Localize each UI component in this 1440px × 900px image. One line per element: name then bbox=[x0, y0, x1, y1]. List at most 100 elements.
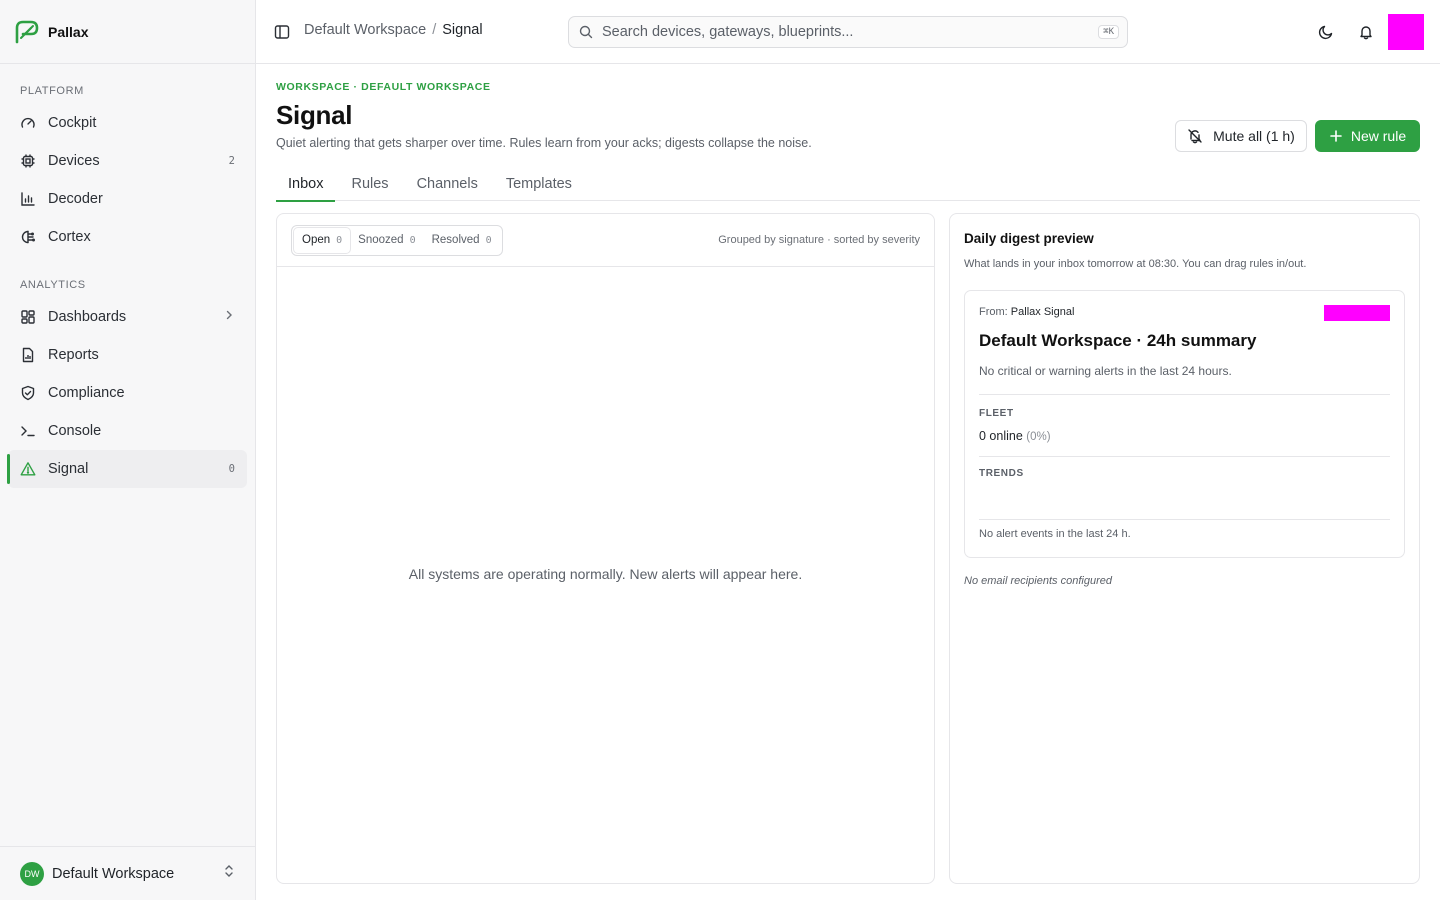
theme-toggle-moon-icon[interactable] bbox=[1316, 22, 1336, 42]
divider bbox=[979, 394, 1390, 395]
chevron-right-icon bbox=[223, 309, 235, 325]
segment-count: 0 bbox=[485, 234, 492, 246]
new-rule-label: New rule bbox=[1350, 128, 1407, 144]
grid-icon bbox=[20, 309, 36, 325]
sidebar-item-decoder[interactable]: Decoder bbox=[8, 180, 247, 218]
page-subtitle: Quiet alerting that gets sharper over ti… bbox=[276, 136, 812, 150]
page-title: Signal bbox=[276, 100, 353, 130]
shield-check-icon bbox=[20, 385, 36, 401]
nav-section-platform: PLATFORM Cockpit Devices 2 Decoder Corte… bbox=[0, 64, 255, 256]
breadcrumb-current: Signal bbox=[442, 22, 483, 38]
sidebar-item-label: Compliance bbox=[48, 385, 125, 401]
fleet-online-count: 0 bbox=[979, 429, 986, 443]
chip-icon bbox=[20, 153, 36, 169]
segment-open[interactable]: Open 0 bbox=[294, 227, 351, 253]
plus-icon bbox=[1329, 129, 1343, 143]
sidebar: Pallax PLATFORM Cockpit Devices 2 Decode… bbox=[0, 0, 256, 900]
chevrons-up-down-icon bbox=[223, 864, 235, 883]
fleet-section-label: FLEET bbox=[979, 408, 1014, 419]
sidebar-item-label: Cortex bbox=[48, 229, 91, 245]
sidebar-item-label: Cockpit bbox=[48, 115, 97, 131]
segment-resolved[interactable]: Resolved 0 bbox=[424, 228, 500, 253]
divider bbox=[979, 456, 1390, 457]
workspace-avatar: DW bbox=[20, 861, 44, 886]
gauge-icon bbox=[20, 115, 36, 131]
sidebar-item-label: Signal bbox=[48, 461, 89, 477]
fleet-online-percent: (0%) bbox=[1026, 431, 1051, 443]
search-icon bbox=[579, 25, 593, 39]
email-from-line: From: Pallax Signal bbox=[979, 306, 1074, 318]
workspace-name: Default Workspace bbox=[52, 865, 175, 882]
sidebar-item-label: Devices bbox=[48, 153, 100, 169]
sidebar-item-compliance[interactable]: Compliance bbox=[8, 374, 247, 412]
devices-count-badge: 2 bbox=[228, 155, 235, 167]
file-chart-icon bbox=[20, 347, 36, 363]
digest-subtitle: What lands in your inbox tomorrow at 08:… bbox=[964, 258, 1307, 270]
brain-icon bbox=[20, 229, 36, 245]
sidebar-item-label: Dashboards bbox=[48, 309, 127, 325]
global-search[interactable]: ⌘K bbox=[568, 16, 1128, 48]
breadcrumb-separator: / bbox=[432, 22, 437, 38]
segment-snoozed[interactable]: Snoozed 0 bbox=[350, 228, 423, 253]
mute-all-button[interactable]: Mute all (1 h) bbox=[1175, 120, 1307, 152]
email-subject: Default Workspace · 24h summary bbox=[979, 331, 1257, 350]
sidebar-item-devices[interactable]: Devices 2 bbox=[8, 142, 247, 180]
sidebar-item-console[interactable]: Console bbox=[8, 412, 247, 450]
sidebar-item-cortex[interactable]: Cortex bbox=[8, 218, 247, 256]
brand-name: Pallax bbox=[48, 23, 89, 40]
segment-label: Snoozed bbox=[358, 234, 404, 246]
terminal-icon bbox=[20, 423, 36, 439]
tab-inbox[interactable]: Inbox bbox=[276, 166, 336, 202]
sidebar-item-signal[interactable]: Signal 0 bbox=[7, 450, 247, 488]
fleet-status: 0 online (0%) bbox=[979, 429, 1051, 443]
search-input[interactable] bbox=[602, 24, 1099, 40]
tab-channels[interactable]: Channels bbox=[405, 166, 490, 201]
bar-chart-icon bbox=[20, 191, 36, 207]
email-date-redacted bbox=[1324, 305, 1390, 321]
sidebar-item-cockpit[interactable]: Cockpit bbox=[8, 104, 247, 142]
inbox-empty-state: All systems are operating normally. New … bbox=[408, 566, 803, 582]
breadcrumb: Default Workspace / Signal bbox=[304, 22, 483, 38]
page-eyebrow: WORKSPACE · DEFAULT WORKSPACE bbox=[276, 81, 491, 93]
alert-inbox-panel: Open 0 Snoozed 0 Resolved 0 Grouped by s… bbox=[276, 213, 935, 884]
signal-count-badge: 0 bbox=[228, 463, 235, 475]
tab-templates[interactable]: Templates bbox=[494, 166, 584, 201]
status-segmented-control: Open 0 Snoozed 0 Resolved 0 bbox=[291, 224, 503, 256]
tab-rules[interactable]: Rules bbox=[339, 166, 400, 201]
notifications-bell-icon[interactable] bbox=[1356, 22, 1376, 42]
signal-tabs: Inbox Rules Channels Templates bbox=[276, 166, 1420, 202]
email-sender: Pallax Signal bbox=[1010, 306, 1075, 318]
trends-section-label: TRENDS bbox=[979, 468, 1024, 479]
brand[interactable]: Pallax bbox=[0, 0, 255, 64]
nav-section-analytics: ANALYTICS Dashboards Reports Compliance bbox=[0, 256, 255, 488]
sidebar-item-label: Decoder bbox=[48, 191, 103, 207]
nav-section-label: ANALYTICS bbox=[20, 279, 86, 291]
segment-label: Resolved bbox=[431, 234, 480, 246]
mute-all-label: Mute all (1 h) bbox=[1213, 128, 1295, 144]
divider bbox=[979, 519, 1390, 520]
segment-count: 0 bbox=[336, 234, 343, 246]
search-shortcut-hint: ⌘K bbox=[1098, 25, 1119, 39]
digest-title: Daily digest preview bbox=[964, 231, 1094, 246]
new-rule-button[interactable]: New rule bbox=[1315, 120, 1420, 152]
sidebar-item-label: Console bbox=[48, 423, 102, 439]
workspace-switcher[interactable]: DW Default Workspace bbox=[0, 846, 255, 900]
digest-preview-panel: Daily digest preview What lands in your … bbox=[949, 213, 1420, 884]
sidebar-toggle-icon[interactable] bbox=[274, 24, 290, 40]
segment-count: 0 bbox=[409, 234, 416, 246]
breadcrumb-workspace[interactable]: Default Workspace bbox=[304, 22, 426, 38]
inbox-header: Open 0 Snoozed 0 Resolved 0 Grouped by s… bbox=[277, 214, 934, 267]
recipients-note: No email recipients configured bbox=[964, 575, 1112, 587]
sidebar-item-reports[interactable]: Reports bbox=[8, 336, 247, 374]
digest-email-card: From: Pallax Signal Default Workspace · … bbox=[964, 290, 1405, 558]
sidebar-item-label: Reports bbox=[48, 347, 99, 363]
segment-label: Open bbox=[302, 234, 331, 246]
pallax-logo-icon bbox=[14, 19, 40, 45]
sidebar-item-dashboards[interactable]: Dashboards bbox=[8, 298, 247, 336]
alert-triangle-icon bbox=[20, 461, 36, 477]
fleet-online-text: online bbox=[985, 429, 1027, 443]
user-avatar[interactable] bbox=[1388, 14, 1424, 50]
email-summary: No critical or warning alerts in the las… bbox=[979, 364, 1232, 378]
topbar: Default Workspace / Signal ⌘K bbox=[256, 0, 1440, 64]
bell-off-icon bbox=[1187, 128, 1203, 144]
